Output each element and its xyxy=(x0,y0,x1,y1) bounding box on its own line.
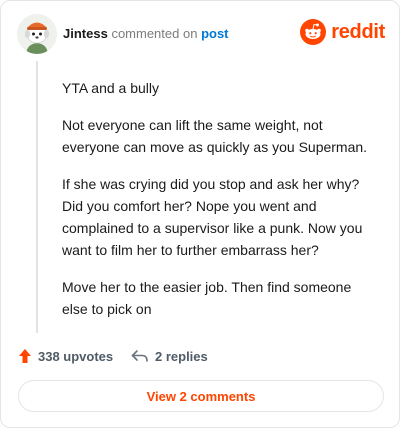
comment-paragraph: Not everyone can lift the same weight, n… xyxy=(62,117,368,155)
replies-button[interactable]: 2 replies xyxy=(131,345,208,367)
avatar[interactable] xyxy=(17,14,57,54)
author-line: Jintess commented on post xyxy=(63,26,229,41)
comment-body: YTA and a bully Not everyone can lift th… xyxy=(62,77,372,335)
commented-on-text: commented on xyxy=(111,26,198,41)
comment-paragraph: Move her to the easier job. Then find so… xyxy=(62,279,352,317)
upvote-button[interactable]: 338 upvotes xyxy=(18,345,113,367)
reply-arrow-icon xyxy=(131,350,148,362)
comment-card: Jintess commented on post reddit YTA and… xyxy=(0,0,400,428)
comment-actions: 338 upvotes 2 replies xyxy=(18,345,384,367)
post-link[interactable]: post xyxy=(201,26,228,41)
reddit-wordmark: reddit xyxy=(331,20,385,43)
reddit-snoo-icon xyxy=(300,19,327,45)
comment-paragraph: If she was crying did you stop and ask h… xyxy=(62,176,363,258)
upvote-count: 338 upvotes xyxy=(38,348,114,364)
reply-count: 2 replies xyxy=(155,348,208,364)
comment-header: Jintess commented on post reddit xyxy=(17,14,385,54)
upvote-arrow-icon xyxy=(19,349,31,363)
view-comments-button[interactable]: View 2 comments xyxy=(18,380,384,412)
thread-line xyxy=(36,61,38,333)
author-name[interactable]: Jintess xyxy=(63,26,108,41)
reddit-logo[interactable]: reddit xyxy=(300,18,385,46)
comment-paragraph: YTA and a bully xyxy=(62,80,160,96)
